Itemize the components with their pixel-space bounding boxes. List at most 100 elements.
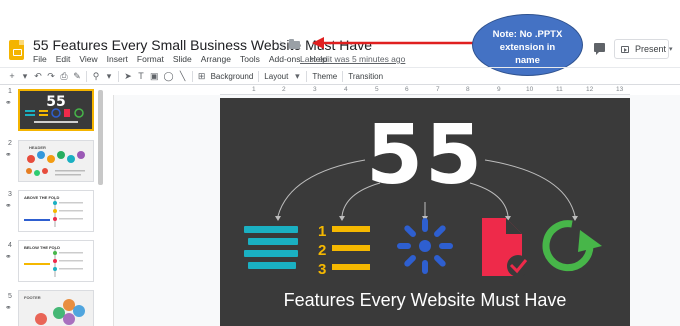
slide-subtitle[interactable]: Features Every Website Must Have xyxy=(220,290,630,311)
toolbar-divider xyxy=(258,70,260,82)
toolbar-divider xyxy=(342,70,344,82)
menu-arrange[interactable]: Arrange xyxy=(201,54,231,64)
toolbar-divider xyxy=(86,70,87,82)
undo-icon[interactable]: ↶ xyxy=(34,71,42,82)
chevron-down-icon[interactable]: ▾ xyxy=(21,71,29,82)
chevron-down-icon[interactable]: ▾ xyxy=(669,45,673,53)
toolbar-divider xyxy=(306,70,308,82)
annotation-line-2: extension in xyxy=(499,42,556,53)
annotation-line-3: name xyxy=(515,55,540,66)
link-icon: ⚭ xyxy=(5,303,12,312)
ruler-tick: 9 xyxy=(497,86,501,93)
horizontal-ruler: 1 2 3 4 5 6 7 8 9 10 11 12 13 xyxy=(220,85,630,95)
slide-number: 3 xyxy=(8,191,12,198)
list-icon xyxy=(244,226,298,269)
menu-view[interactable]: View xyxy=(79,54,97,64)
redo-icon[interactable]: ↷ xyxy=(47,71,55,82)
present-label: Present xyxy=(635,44,667,54)
zoom-icon[interactable]: ⚲ xyxy=(92,71,100,82)
textbox-icon[interactable]: T xyxy=(137,71,145,81)
numbered-list-icon: 1 2 3 xyxy=(318,223,370,278)
ruler-tick: 5 xyxy=(375,86,379,93)
ruler-tick: 10 xyxy=(526,86,534,93)
link-icon: ⚭ xyxy=(5,252,12,261)
annotation-line-1: Note: No .PPTX xyxy=(492,29,563,40)
slide-thumbnail-1[interactable]: 55 xyxy=(18,89,94,131)
comment-icon[interactable] xyxy=(594,43,605,55)
connector-arrows xyxy=(277,159,576,217)
list-number-2: 2 xyxy=(318,242,326,259)
slide-number: 5 xyxy=(8,293,12,300)
present-icon xyxy=(621,45,629,53)
vertical-ruler xyxy=(104,95,114,326)
menu-edit[interactable]: Edit xyxy=(56,54,71,64)
slide-number: 4 xyxy=(8,242,12,249)
theme-button[interactable]: Theme xyxy=(312,72,337,81)
last-edit-link[interactable]: Last edit was 5 minutes ago xyxy=(300,54,405,64)
present-button[interactable]: Present xyxy=(614,39,669,59)
ruler-tick: 1 xyxy=(252,86,256,93)
thumbnail-title: ABOVE THE FOLD xyxy=(24,195,59,200)
star-icon[interactable]: ☆ xyxy=(275,38,287,54)
thumbnail-preview: BELOW THE FOLD xyxy=(19,241,93,281)
add-comment-icon[interactable]: ⊞ xyxy=(198,71,206,82)
select-cursor-icon[interactable]: ➤ xyxy=(124,71,132,82)
thumbnail-preview: ABOVE THE FOLD xyxy=(19,191,93,231)
slide-number: 1 xyxy=(8,88,12,95)
thumbnail-preview: 55 xyxy=(25,94,84,123)
document-check-icon xyxy=(482,218,529,277)
image-icon[interactable]: ▣ xyxy=(150,71,159,82)
transition-button[interactable]: Transition xyxy=(348,72,383,81)
annotation-arrow xyxy=(312,37,474,49)
thumbnail-title: HEADER xyxy=(29,145,46,150)
menu-insert[interactable]: Insert xyxy=(107,54,128,64)
refresh-icon xyxy=(542,220,602,272)
ruler-tick: 3 xyxy=(313,86,317,93)
chevron-down-icon[interactable]: ▾ xyxy=(293,71,301,82)
slides-logo[interactable] xyxy=(9,40,24,60)
ruler-tick: 12 xyxy=(586,86,594,93)
ruler-tick: 7 xyxy=(436,86,440,93)
list-number-1: 1 xyxy=(318,223,326,240)
layout-button[interactable]: Layout xyxy=(264,72,288,81)
slide-thumbnail-3[interactable]: ABOVE THE FOLD xyxy=(18,190,94,232)
ruler-tick: 13 xyxy=(616,86,624,93)
filmstrip-scrollbar[interactable] xyxy=(98,90,103,185)
loading-icon xyxy=(397,218,453,274)
toolbar: + ▾ ↶ ↷ ⎙ ✎ ⚲ ▾ ➤ T ▣ ◯ ╲ ⊞ Background L… xyxy=(0,67,680,85)
ruler-tick: 8 xyxy=(466,86,470,93)
list-number-3: 3 xyxy=(318,261,326,278)
link-icon: ⚭ xyxy=(5,150,12,159)
link-icon: ⚭ xyxy=(5,98,12,107)
slide-filmstrip: 1 ⚭ 55 2 ⚭ HEADER 3 ⚭ ABOVE THE FOLD 4 ⚭… xyxy=(0,85,104,326)
background-button[interactable]: Background xyxy=(211,72,254,81)
line-icon[interactable]: ╲ xyxy=(179,71,187,82)
main-slide[interactable]: 55 1 2 3 Features Every Website Must Hav… xyxy=(220,98,630,326)
shape-icon[interactable]: ◯ xyxy=(164,71,174,82)
paint-format-icon[interactable]: ✎ xyxy=(73,71,81,82)
svg-text:55: 55 xyxy=(46,94,65,110)
new-slide-icon[interactable]: + xyxy=(8,71,16,81)
slide-thumbnail-4[interactable]: BELOW THE FOLD xyxy=(18,240,94,282)
toolbar-divider xyxy=(191,70,193,82)
menu-addons[interactable]: Add-ons xyxy=(269,54,301,64)
folder-icon[interactable] xyxy=(289,39,300,49)
ruler-tick: 4 xyxy=(344,86,348,93)
menu-slide[interactable]: Slide xyxy=(173,54,192,64)
thumbnail-preview: HEADER xyxy=(19,141,93,181)
ruler-tick: 11 xyxy=(556,86,563,93)
print-icon[interactable]: ⎙ xyxy=(60,71,68,82)
slide-number: 2 xyxy=(8,140,12,147)
slide-thumbnail-2[interactable]: HEADER xyxy=(18,140,94,182)
ruler-tick: 6 xyxy=(405,86,409,93)
chevron-down-icon[interactable]: ▾ xyxy=(105,71,113,82)
menu-bar: File Edit View Insert Format Slide Arran… xyxy=(33,54,327,64)
slide-thumbnail-5[interactable]: FOOTER xyxy=(18,290,94,326)
thumbnail-title: FOOTER xyxy=(24,295,41,300)
menu-file[interactable]: File xyxy=(33,54,47,64)
thumbnail-preview: FOOTER xyxy=(19,291,93,326)
menu-tools[interactable]: Tools xyxy=(240,54,260,64)
menu-format[interactable]: Format xyxy=(137,54,164,64)
toolbar-divider xyxy=(118,70,119,82)
ruler-tick: 2 xyxy=(282,86,286,93)
